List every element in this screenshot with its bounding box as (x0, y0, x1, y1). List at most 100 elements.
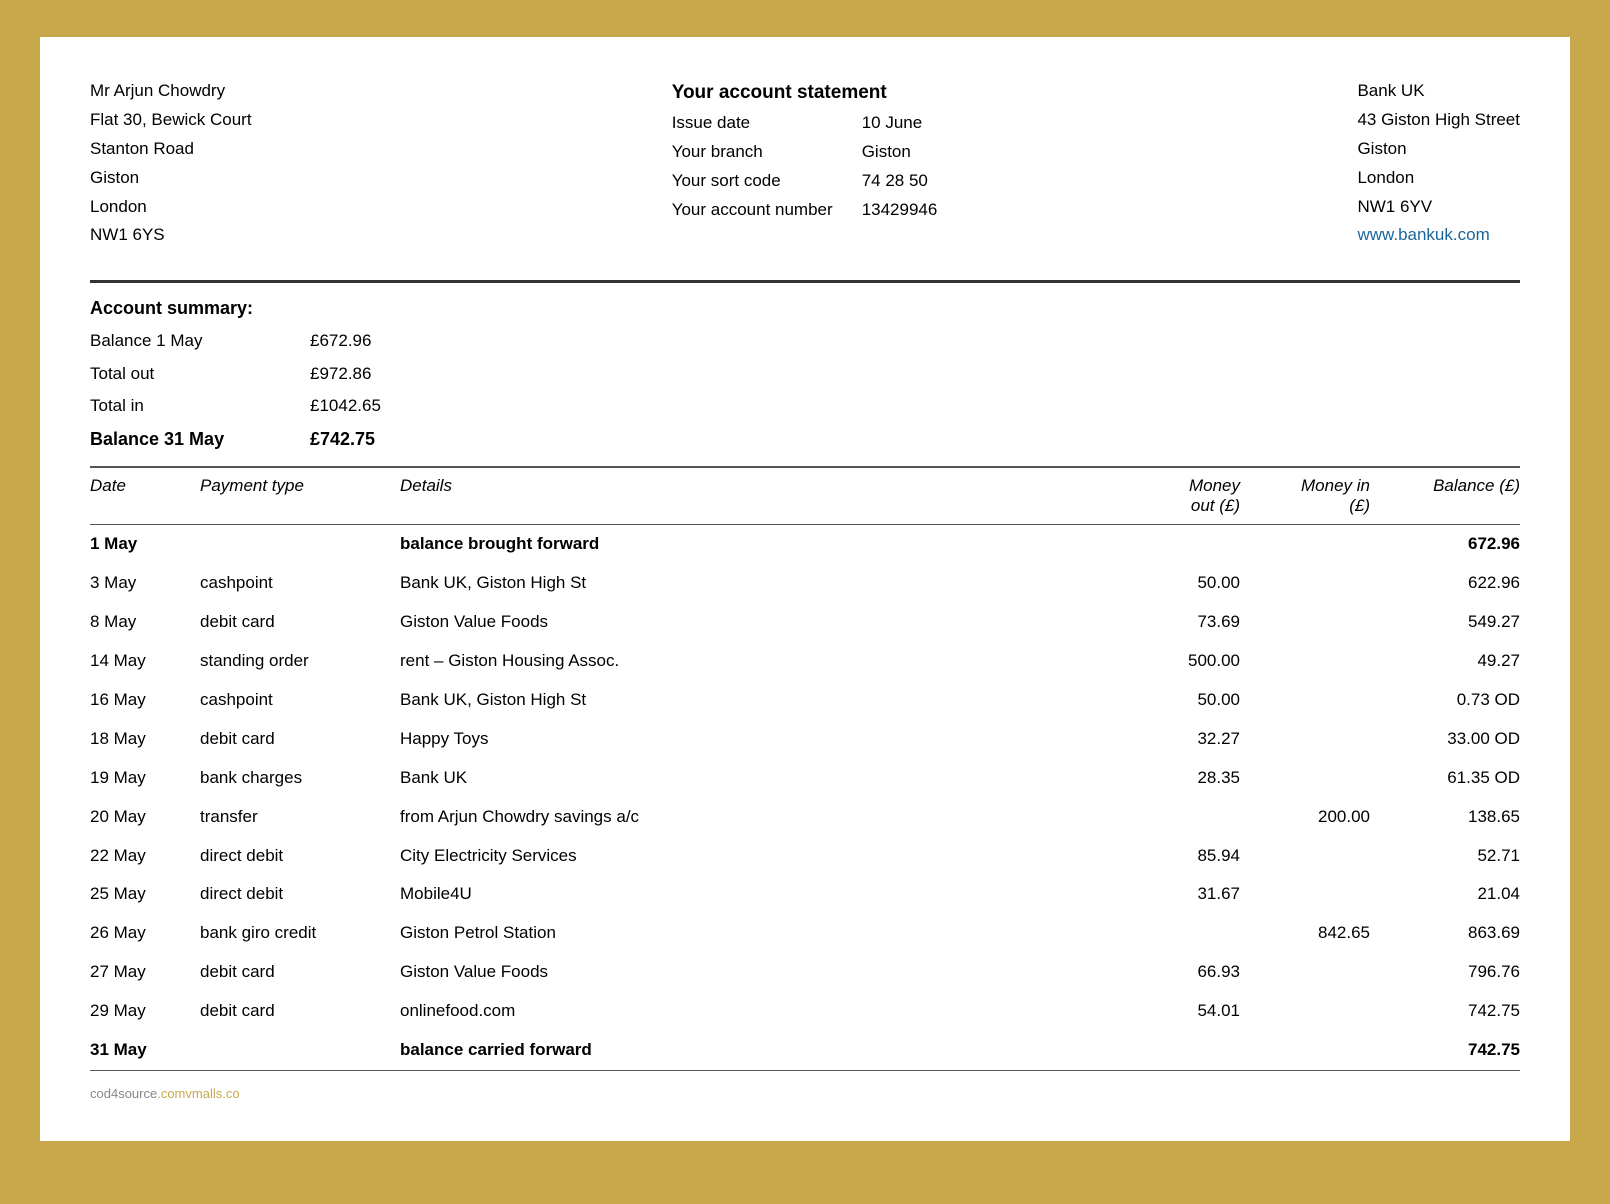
table-row: 16 MaycashpointBank UK, Giston High St50… (90, 681, 1520, 720)
col-payment-type: debit card (200, 725, 400, 754)
table-row: 8 Maydebit cardGiston Value Foods73.6954… (90, 603, 1520, 642)
col-balance: 672.96 (1380, 530, 1520, 559)
watermark-text1: cod4source (90, 1086, 157, 1101)
col-date: 31 May (90, 1036, 200, 1065)
summary-row-label: Total in (90, 390, 310, 422)
summary-row-label: Balance 1 May (90, 325, 310, 357)
col-payment-type: cashpoint (200, 569, 400, 598)
col-money-out (1120, 803, 1250, 832)
summary-row-value: £672.96 (310, 325, 430, 357)
col-balance: 138.65 (1380, 803, 1520, 832)
issue-value: 10 June (862, 109, 923, 138)
col-date: 3 May (90, 569, 200, 598)
customer-address-line2: Stanton Road (90, 135, 252, 164)
col-money-in: 200.00 (1250, 803, 1380, 832)
th-money-out: Money out (£) (1120, 476, 1250, 516)
summary-row-value: £1042.65 (310, 390, 430, 422)
col-payment-type: transfer (200, 803, 400, 832)
col-money-in (1250, 647, 1380, 676)
col-balance: 863.69 (1380, 919, 1520, 948)
issue-date-row: Issue date 10 June (672, 109, 938, 138)
col-money-out (1120, 1036, 1250, 1065)
col-money-out: 50.00 (1120, 686, 1250, 715)
col-payment-type: bank giro credit (200, 919, 400, 948)
col-details: Happy Toys (400, 725, 1120, 754)
table-row: 29 Maydebit cardonlinefood.com54.01742.7… (90, 992, 1520, 1031)
col-balance: 622.96 (1380, 569, 1520, 598)
th-payment-type: Payment type (200, 476, 400, 516)
col-payment-type: debit card (200, 997, 400, 1026)
col-date: 18 May (90, 725, 200, 754)
bank-name: Bank UK (1357, 77, 1520, 106)
header-divider (90, 280, 1520, 283)
col-money-out: 28.35 (1120, 764, 1250, 793)
watermark: cod4source.comvmalls.co (90, 1086, 1520, 1101)
customer-name: Mr Arjun Chowdry (90, 77, 252, 106)
col-details: onlinefood.com (400, 997, 1120, 1026)
table-row: 18 Maydebit cardHappy Toys32.27 33.00 OD (90, 720, 1520, 759)
col-money-in (1250, 997, 1380, 1026)
branch-row: Your branch Giston (672, 138, 938, 167)
col-money-out (1120, 919, 1250, 948)
outer-border: Mr Arjun Chowdry Flat 30, Bewick Court S… (25, 22, 1585, 1182)
col-balance: 21.04 (1380, 880, 1520, 909)
col-money-out: 32.27 (1120, 725, 1250, 754)
document-container: Mr Arjun Chowdry Flat 30, Bewick Court S… (37, 34, 1573, 1144)
th-money-in-line2: (£) (1250, 496, 1370, 516)
bank-website[interactable]: www.bankuk.com (1357, 225, 1489, 244)
col-money-in (1250, 880, 1380, 909)
bank-address-line3: London (1357, 164, 1520, 193)
col-details: Giston Petrol Station (400, 919, 1120, 948)
col-money-out: 500.00 (1120, 647, 1250, 676)
col-balance: 742.75 (1380, 1036, 1520, 1065)
sort-code-row: Your sort code 74 28 50 (672, 167, 938, 196)
col-money-in (1250, 725, 1380, 754)
col-money-in (1250, 530, 1380, 559)
col-payment-type: bank charges (200, 764, 400, 793)
header-section: Mr Arjun Chowdry Flat 30, Bewick Court S… (90, 77, 1520, 250)
col-date: 8 May (90, 608, 200, 637)
sort-value: 74 28 50 (862, 167, 928, 196)
col-money-in (1250, 842, 1380, 871)
customer-address: Mr Arjun Chowdry Flat 30, Bewick Court S… (90, 77, 252, 250)
col-money-out: 31.67 (1120, 880, 1250, 909)
col-money-out: 54.01 (1120, 997, 1250, 1026)
watermark-text3: vmalls.co (185, 1086, 239, 1101)
summary-row-value: £972.86 (310, 358, 430, 390)
th-money-in-line1: Money in (1250, 476, 1370, 496)
table-row: 20 Maytransferfrom Arjun Chowdry savings… (90, 798, 1520, 837)
col-payment-type: debit card (200, 608, 400, 637)
col-payment-type (200, 1036, 400, 1065)
col-details: Bank UK, Giston High St (400, 569, 1120, 598)
table-row: 26 Maybank giro creditGiston Petrol Stat… (90, 914, 1520, 953)
col-balance: 61.35 OD (1380, 764, 1520, 793)
col-details: City Electricity Services (400, 842, 1120, 871)
col-details: Mobile4U (400, 880, 1120, 909)
account-number-row: Your account number 13429946 (672, 196, 938, 225)
col-date: 1 May (90, 530, 200, 559)
col-details: balance brought forward (400, 530, 1120, 559)
col-payment-type: standing order (200, 647, 400, 676)
account-summary: Account summary: Balance 1 May£672.96Tot… (90, 298, 1520, 456)
summary-title: Account summary: (90, 298, 1520, 319)
statement-info: Your account statement Issue date 10 Jun… (672, 77, 938, 250)
col-payment-type (200, 530, 400, 559)
table-row: 22 Maydirect debitCity Electricity Servi… (90, 837, 1520, 876)
col-date: 14 May (90, 647, 200, 676)
col-money-in (1250, 608, 1380, 637)
table-row: 27 Maydebit cardGiston Value Foods66.937… (90, 953, 1520, 992)
account-label: Your account number (672, 196, 842, 225)
col-balance: 33.00 OD (1380, 725, 1520, 754)
summary-row-label: Balance 31 May (90, 422, 310, 456)
col-date: 26 May (90, 919, 200, 948)
table-body: 1 Maybalance brought forward672.963 Mayc… (90, 525, 1520, 1070)
col-payment-type: cashpoint (200, 686, 400, 715)
summary-row: Total out£972.86 (90, 358, 1520, 390)
th-date: Date (90, 476, 200, 516)
col-details: balance carried forward (400, 1036, 1120, 1065)
table-row: 31 May balance carried forward 742.75 (90, 1031, 1520, 1070)
col-money-in (1250, 686, 1380, 715)
col-details: Giston Value Foods (400, 958, 1120, 987)
branch-value: Giston (862, 138, 911, 167)
table-row: 25 Maydirect debitMobile4U31.6721.04 (90, 875, 1520, 914)
